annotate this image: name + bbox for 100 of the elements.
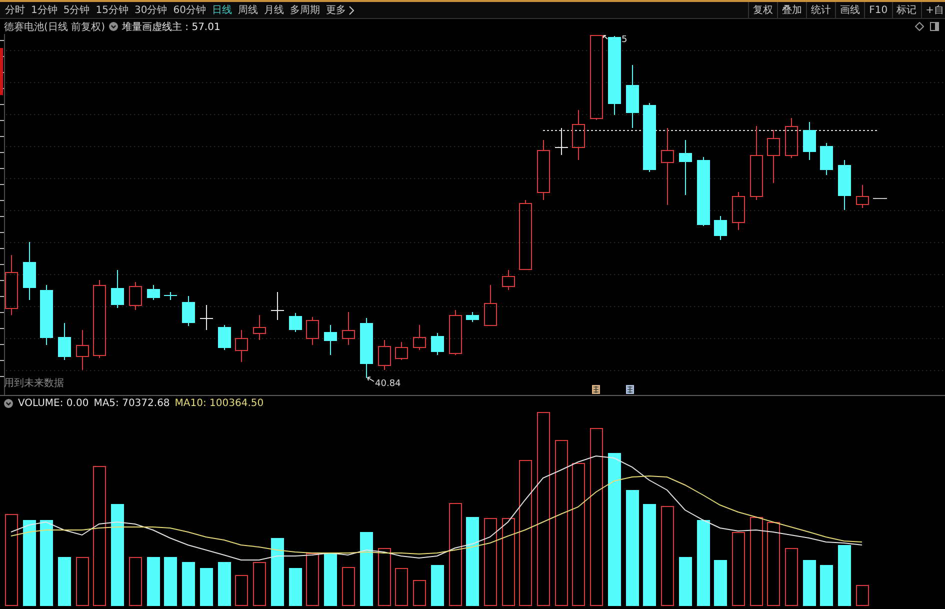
candlestick xyxy=(378,340,391,370)
volume-bar xyxy=(378,548,391,606)
candlestick xyxy=(697,156,710,226)
period-tab[interactable]: 更多 xyxy=(324,2,355,18)
candlestick xyxy=(732,192,745,230)
candlestick xyxy=(5,254,18,316)
toolbar-button[interactable]: 复权 xyxy=(748,2,778,18)
period-tab[interactable]: 月线 xyxy=(262,2,285,18)
legend-value: MA10: 100364.50 xyxy=(174,398,264,409)
volume-bar xyxy=(413,580,426,606)
security-title: 德赛电池(日线 前复权) xyxy=(4,20,105,34)
diamond-icon[interactable] xyxy=(915,22,924,31)
candlestick xyxy=(200,304,214,330)
volume-bar xyxy=(856,585,869,606)
event-marker-icon[interactable] xyxy=(626,385,634,394)
candlestick xyxy=(449,310,462,356)
candlestick xyxy=(714,216,727,240)
volume-bar xyxy=(803,560,816,606)
indicator-label: 堆量画虚线主 : 57.01 xyxy=(122,20,220,34)
candlestick xyxy=(537,140,550,200)
dropdown-icon[interactable] xyxy=(4,399,13,408)
period-tab[interactable]: 1分钟 xyxy=(30,2,58,18)
volume-bar xyxy=(164,557,177,606)
toolbar-button[interactable]: 标记 xyxy=(892,2,921,18)
candlestick xyxy=(147,284,160,300)
period-tab[interactable]: 5分钟 xyxy=(62,2,91,18)
volume-bar xyxy=(785,548,798,606)
future-data-notice: 用到未来数据 xyxy=(4,378,64,389)
toolbar-button[interactable]: 画线 xyxy=(835,2,864,18)
volume-bar xyxy=(395,568,408,606)
period-tab[interactable]: 日线 xyxy=(210,2,233,18)
volume-bar xyxy=(200,568,213,606)
period-tab[interactable]: 周线 xyxy=(236,2,259,18)
legend-value: MA5: 70372.68 xyxy=(94,398,170,409)
chevron-icon xyxy=(348,6,354,14)
candlestick xyxy=(466,312,479,322)
toolbar-button[interactable]: 统计 xyxy=(806,2,836,18)
period-tab[interactable]: 多周期 xyxy=(288,2,321,18)
volume-bar xyxy=(820,565,833,606)
candlestick xyxy=(129,282,142,310)
axis-highlight-bar xyxy=(0,48,3,95)
volume-bar xyxy=(182,562,195,606)
candlestick xyxy=(785,118,798,158)
legend-value: VOLUME: 0.00 xyxy=(18,398,89,409)
candlestick xyxy=(270,292,284,320)
candlestick xyxy=(182,296,195,326)
candlestick xyxy=(554,128,568,156)
candlestick xyxy=(431,332,444,356)
event-marker-icon[interactable] xyxy=(592,385,600,394)
candlestick xyxy=(519,200,532,270)
candlestick xyxy=(679,140,692,196)
volume-bar xyxy=(679,557,692,606)
volume-bar xyxy=(147,557,160,606)
volume-bar xyxy=(271,538,284,606)
volume-bar xyxy=(431,565,444,606)
candlestick xyxy=(838,160,851,210)
volume-bar xyxy=(714,560,727,606)
toolbar-button[interactable]: F10 xyxy=(864,2,892,18)
candlestick xyxy=(306,316,319,346)
volume-bar xyxy=(342,567,355,606)
volume-bar xyxy=(58,557,71,606)
low-arrow-icon xyxy=(367,376,374,382)
candlestick xyxy=(395,342,408,360)
period-tab[interactable]: 30分钟 xyxy=(133,2,168,18)
price-label: 40.84 xyxy=(375,379,401,389)
candlestick xyxy=(289,312,302,332)
volume-bar xyxy=(324,553,337,606)
candlestick xyxy=(23,242,36,300)
volume-bar xyxy=(253,562,266,606)
candlestick xyxy=(253,314,266,340)
toolbar-button[interactable]: 叠加 xyxy=(777,2,806,18)
period-tab[interactable]: 15分钟 xyxy=(94,2,130,18)
volume-bar xyxy=(306,553,319,606)
volume-bar xyxy=(218,562,231,606)
volume-bar xyxy=(235,575,248,606)
toolbar-button[interactable]: +自 xyxy=(920,2,945,18)
period-tab[interactable]: 分时 xyxy=(4,2,26,18)
candlestick xyxy=(572,110,585,160)
volume-bar xyxy=(838,545,851,606)
candlestick xyxy=(803,122,816,160)
volume-bar xyxy=(129,557,142,606)
dropdown-icon[interactable] xyxy=(108,22,118,31)
candlestick xyxy=(502,270,515,290)
candlestick xyxy=(76,330,89,370)
candlestick xyxy=(767,130,780,184)
candlestick xyxy=(235,330,248,362)
candlestick xyxy=(643,102,656,172)
candlestick xyxy=(484,284,497,326)
candlestick xyxy=(164,292,178,300)
candlestick xyxy=(413,324,426,350)
volume-bar xyxy=(76,557,89,606)
candlestick xyxy=(111,270,124,308)
candlestick xyxy=(58,322,71,360)
candlestick xyxy=(342,312,355,346)
volume-bar xyxy=(289,568,302,606)
period-tab[interactable]: 60分钟 xyxy=(172,2,207,18)
candlestick xyxy=(324,324,337,356)
candlestick xyxy=(820,142,833,176)
panel-toggle-icon[interactable] xyxy=(930,22,939,31)
candlestick xyxy=(218,324,231,350)
